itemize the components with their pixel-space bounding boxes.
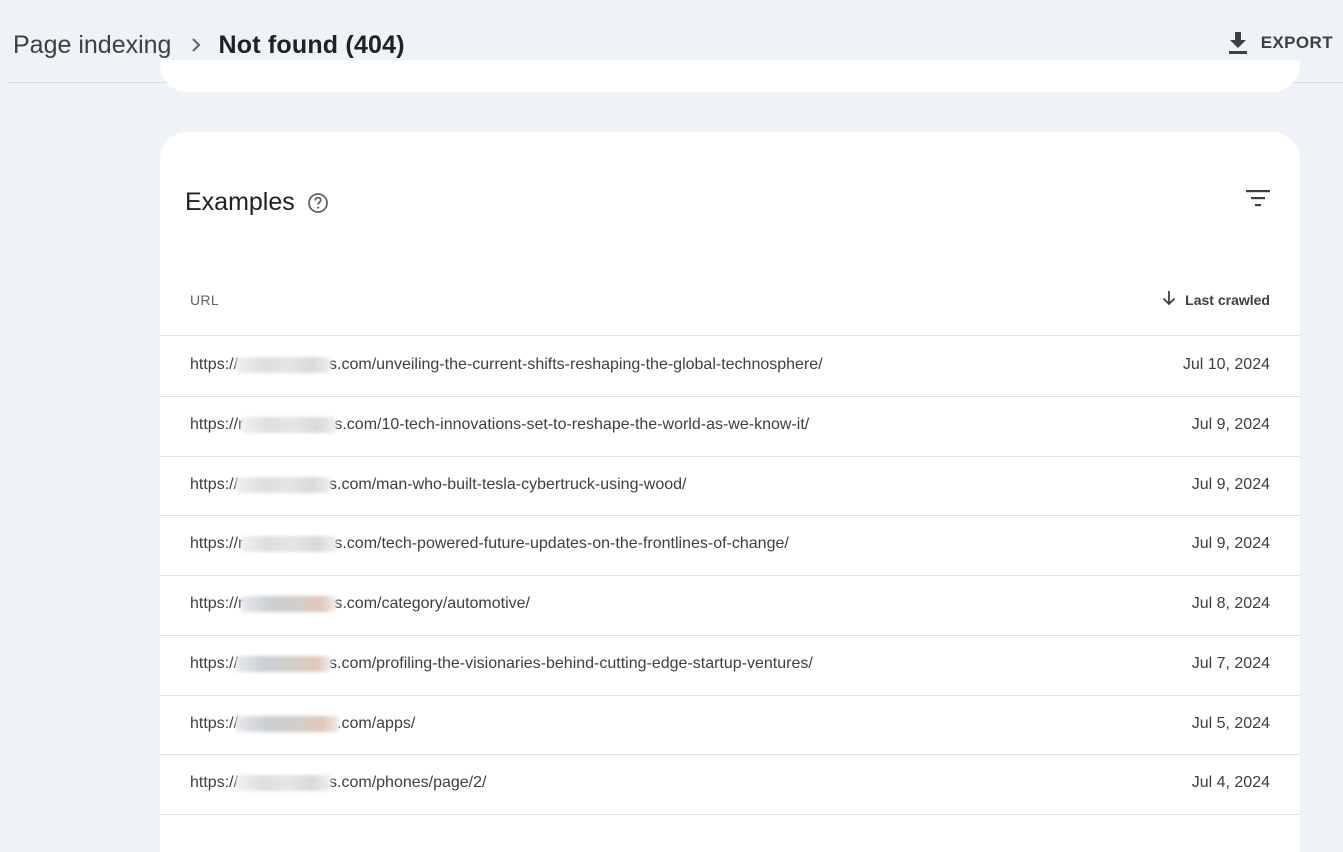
- url-prefix: https://: [190, 714, 239, 732]
- last-crawled-label: Last crawled: [1185, 291, 1270, 308]
- last-crawled-cell: Jul 8, 2024: [1191, 595, 1270, 612]
- url-prefix: https://: [190, 475, 239, 493]
- url-path: s.com/man-who-built-tesla-cybertruck-usi…: [329, 475, 687, 493]
- arrow-down-icon: [1162, 290, 1176, 309]
- url-prefix: https://r: [190, 595, 244, 612]
- url-cell[interactable]: https://r s.com/tech-powered-future-updat…: [190, 535, 789, 553]
- breadcrumb-page-indexing[interactable]: Page indexing: [13, 28, 171, 62]
- url-cell[interactable]: https:// s.com/profiling-the-visionaries-…: [190, 655, 813, 673]
- redacted-domain: [236, 775, 332, 791]
- help-circle-icon[interactable]: [307, 192, 329, 214]
- redacted-domain: [236, 715, 340, 732]
- column-header-last-crawled[interactable]: Last crawled: [1162, 290, 1270, 309]
- url-path: s.com/category/automotive/: [334, 595, 530, 612]
- last-crawled-cell: Jul 5, 2024: [1191, 714, 1270, 732]
- last-crawled-cell: Jul 9, 2024: [1191, 535, 1270, 552]
- last-crawled-cell: Jul 7, 2024: [1191, 654, 1270, 672]
- export-button[interactable]: EXPORT: [1227, 28, 1333, 58]
- download-icon: [1227, 31, 1249, 55]
- redacted-domain: [241, 416, 337, 433]
- url-path: s.com/10-tech-innovations-set-to-reshape…: [334, 415, 810, 433]
- table-header: URL Last crawled: [160, 278, 1300, 336]
- table-body: https:// s.com/unveiling-the-current-shif…: [160, 337, 1300, 815]
- url-prefix: https://r: [190, 415, 244, 433]
- url-prefix: https://: [190, 356, 239, 373]
- url-path: s.com/profiling-the-visionaries-behind-c…: [329, 654, 813, 672]
- chevron-right-icon: [190, 37, 202, 53]
- table-row[interactable]: https://r s.com/tech-powered-future-updat…: [160, 516, 1300, 576]
- last-crawled-cell: Jul 9, 2024: [1191, 415, 1270, 433]
- url-cell[interactable]: https:// s.com/phones/page/2/: [190, 774, 486, 792]
- url-cell[interactable]: https://r s.com/category/automotive/: [190, 595, 530, 613]
- column-header-url[interactable]: URL: [190, 292, 219, 308]
- redacted-domain: [236, 357, 332, 373]
- filter-icon[interactable]: [1246, 188, 1270, 208]
- last-crawled-cell: Jul 10, 2024: [1182, 356, 1270, 373]
- last-crawled-cell: Jul 4, 2024: [1191, 774, 1270, 791]
- url-prefix: https://: [190, 774, 239, 791]
- previous-card-bottom: [160, 60, 1300, 92]
- url-cell[interactable]: https:// s.com/man-who-built-tesla-cybert…: [190, 476, 686, 494]
- url-prefix: https://: [190, 654, 239, 672]
- url-path: s.com/unveiling-the-current-shifts-resha…: [329, 356, 823, 373]
- url-path: s.com/phones/page/2/: [329, 774, 487, 791]
- table-row[interactable]: https://r s.com/category/automotive/ Jul …: [160, 576, 1300, 636]
- table-row[interactable]: https:// .com/apps/ Jul 5, 2024: [160, 696, 1300, 755]
- breadcrumb: Page indexing Not found (404): [13, 28, 405, 62]
- table-row[interactable]: https:// s.com/profiling-the-visionaries-…: [160, 636, 1300, 696]
- last-crawled-cell: Jul 9, 2024: [1191, 475, 1270, 493]
- examples-title: Examples: [185, 188, 295, 216]
- table-row[interactable]: https:// s.com/unveiling-the-current-shif…: [160, 337, 1300, 397]
- table-row[interactable]: https:// s.com/phones/page/2/ Jul 4, 2024: [160, 755, 1300, 815]
- table-row[interactable]: https://r s.com/10-tech-innovations-set-t…: [160, 397, 1300, 457]
- export-label: EXPORT: [1260, 33, 1333, 52]
- url-cell[interactable]: https://r s.com/10-tech-innovations-set-t…: [190, 416, 809, 434]
- page-title: Not found (404): [218, 31, 405, 59]
- url-cell[interactable]: https:// .com/apps/: [190, 715, 415, 733]
- table-row[interactable]: https:// s.com/man-who-built-tesla-cybert…: [160, 457, 1300, 516]
- redacted-domain: [236, 476, 332, 493]
- examples-heading: Examples: [185, 188, 329, 217]
- redacted-domain: [241, 536, 337, 552]
- url-path: .com/apps/: [337, 714, 416, 732]
- redacted-domain: [241, 596, 337, 612]
- url-path: s.com/tech-powered-future-updates-on-the…: [334, 535, 789, 552]
- url-cell[interactable]: https:// s.com/unveiling-the-current-shif…: [190, 356, 823, 374]
- examples-card: Examples URL Last crawled https:// s.com…: [160, 132, 1300, 852]
- url-prefix: https://r: [190, 535, 244, 552]
- redacted-domain: [236, 655, 332, 672]
